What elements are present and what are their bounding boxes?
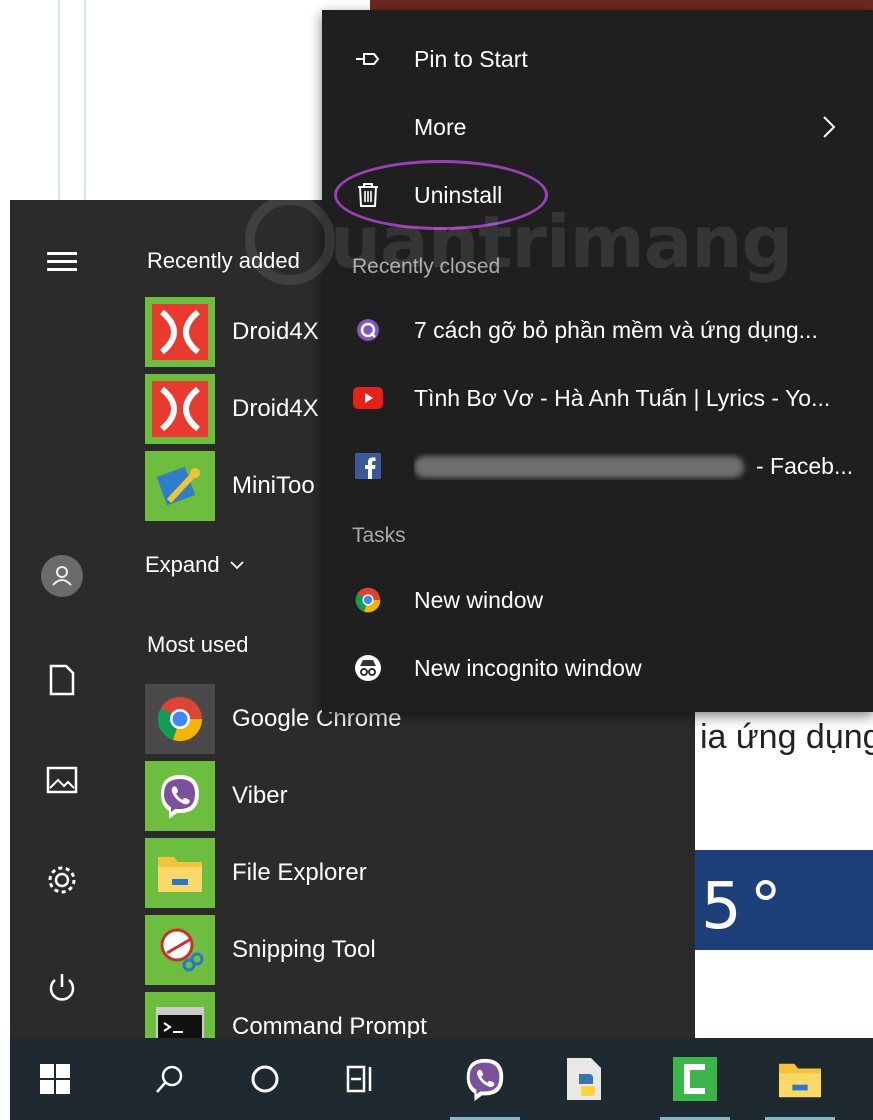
chevron-down-icon bbox=[229, 561, 244, 570]
app-label: MiniToo bbox=[232, 472, 315, 499]
avatar-icon bbox=[41, 555, 83, 597]
banner-text: 5° bbox=[701, 870, 790, 944]
more-label: More bbox=[414, 113, 467, 140]
cortana-button[interactable] bbox=[220, 1038, 310, 1120]
settings-button[interactable] bbox=[10, 850, 114, 910]
watermark-logo bbox=[245, 195, 335, 285]
new-window-label: New window bbox=[414, 586, 544, 613]
page-banner: 5° bbox=[695, 850, 873, 950]
app-label: Droid4X bbox=[232, 395, 319, 422]
incognito-icon bbox=[322, 654, 414, 682]
viber-icon bbox=[145, 761, 215, 831]
expand-label: Expand bbox=[145, 552, 220, 577]
taskbar-camtasia[interactable] bbox=[650, 1038, 740, 1120]
minitool-icon bbox=[145, 451, 215, 521]
youtube-icon bbox=[322, 387, 414, 409]
hamburger-menu-button[interactable] bbox=[10, 232, 114, 292]
gear-icon bbox=[48, 866, 76, 894]
page-text: ia ứng dụng bbox=[700, 718, 873, 756]
snipping-tool-icon bbox=[145, 915, 215, 985]
app-label: Command Prompt bbox=[232, 1013, 427, 1040]
most-used-heading: Most used bbox=[147, 632, 249, 657]
recently-closed-label: Tình Bơ Vơ - Hà Anh Tuấn | Lyrics - Yo..… bbox=[414, 384, 831, 411]
task-view-icon bbox=[346, 1065, 372, 1093]
new-incognito-window-label: New incognito window bbox=[414, 654, 642, 681]
pictures-icon bbox=[46, 766, 78, 794]
chevron-right-icon bbox=[823, 116, 836, 138]
app-label: Viber bbox=[232, 782, 288, 809]
page-rule bbox=[84, 0, 86, 200]
windows-logo-icon bbox=[40, 1064, 70, 1094]
start-rail bbox=[10, 200, 114, 1038]
app-item-snipping-tool[interactable]: Snipping Tool bbox=[145, 915, 685, 985]
power-icon bbox=[49, 974, 75, 1001]
watermark: uantrimang bbox=[330, 200, 793, 284]
power-button[interactable] bbox=[10, 958, 114, 1018]
recently-closed-item[interactable]: 7 cách gỡ bỏ phần mềm và ứng dụng... bbox=[322, 300, 873, 360]
taskbar-viber[interactable] bbox=[440, 1038, 530, 1120]
droid4x-icon bbox=[145, 297, 215, 367]
recently-closed-label: - Faceb... bbox=[414, 453, 853, 480]
search-button[interactable] bbox=[125, 1038, 215, 1120]
facebook-icon bbox=[322, 453, 414, 479]
folder-icon bbox=[145, 838, 215, 908]
chrome-icon bbox=[145, 684, 215, 754]
app-item-viber[interactable]: Viber bbox=[145, 761, 685, 831]
pin-to-start-item[interactable]: Pin to Start bbox=[322, 29, 873, 89]
start-button[interactable] bbox=[10, 1038, 100, 1120]
recently-closed-item[interactable]: Tình Bơ Vơ - Hà Anh Tuấn | Lyrics - Yo..… bbox=[322, 368, 873, 428]
site-quantrimang-icon bbox=[322, 318, 414, 342]
page-rule bbox=[58, 0, 60, 200]
new-window-item[interactable]: New window bbox=[322, 570, 873, 630]
chrome-icon bbox=[322, 586, 414, 614]
taskbar bbox=[10, 1038, 873, 1120]
recently-closed-item[interactable]: - Faceb... bbox=[322, 436, 873, 496]
more-item[interactable]: More bbox=[322, 97, 873, 157]
expand-button[interactable]: Expand bbox=[145, 552, 244, 578]
folder-icon bbox=[779, 1063, 821, 1098]
new-incognito-window-item[interactable]: New incognito window bbox=[322, 638, 873, 698]
pin-icon bbox=[322, 49, 414, 69]
cortana-icon bbox=[251, 1065, 279, 1093]
app-label: Snipping Tool bbox=[232, 936, 376, 963]
camtasia-icon bbox=[673, 1057, 717, 1101]
recently-closed-label: 7 cách gỡ bỏ phần mềm và ứng dụng... bbox=[414, 316, 818, 343]
tasks-heading: Tasks bbox=[352, 524, 406, 547]
taskbar-python-file[interactable] bbox=[540, 1038, 630, 1120]
app-label: File Explorer bbox=[232, 859, 367, 886]
search-icon bbox=[156, 1065, 183, 1093]
pin-to-start-label: Pin to Start bbox=[414, 45, 528, 72]
hamburger-icon bbox=[47, 252, 77, 271]
redacted-text bbox=[414, 456, 744, 479]
app-label: Droid4X bbox=[232, 318, 319, 345]
app-item-file-explorer[interactable]: File Explorer bbox=[145, 838, 685, 908]
task-view-button[interactable] bbox=[315, 1038, 405, 1120]
viber-icon bbox=[466, 1058, 504, 1102]
documents-button[interactable] bbox=[10, 650, 114, 710]
facebook-title: - Faceb... bbox=[756, 452, 854, 479]
python-file-icon bbox=[567, 1058, 601, 1100]
document-icon bbox=[49, 664, 75, 696]
chrome-jump-list: Pin to Start More Uninstall Recently clo… bbox=[322, 10, 873, 712]
pictures-button[interactable] bbox=[10, 750, 114, 810]
taskbar-file-explorer[interactable] bbox=[755, 1038, 845, 1120]
user-account-button[interactable] bbox=[10, 546, 114, 606]
droid4x-icon bbox=[145, 374, 215, 444]
